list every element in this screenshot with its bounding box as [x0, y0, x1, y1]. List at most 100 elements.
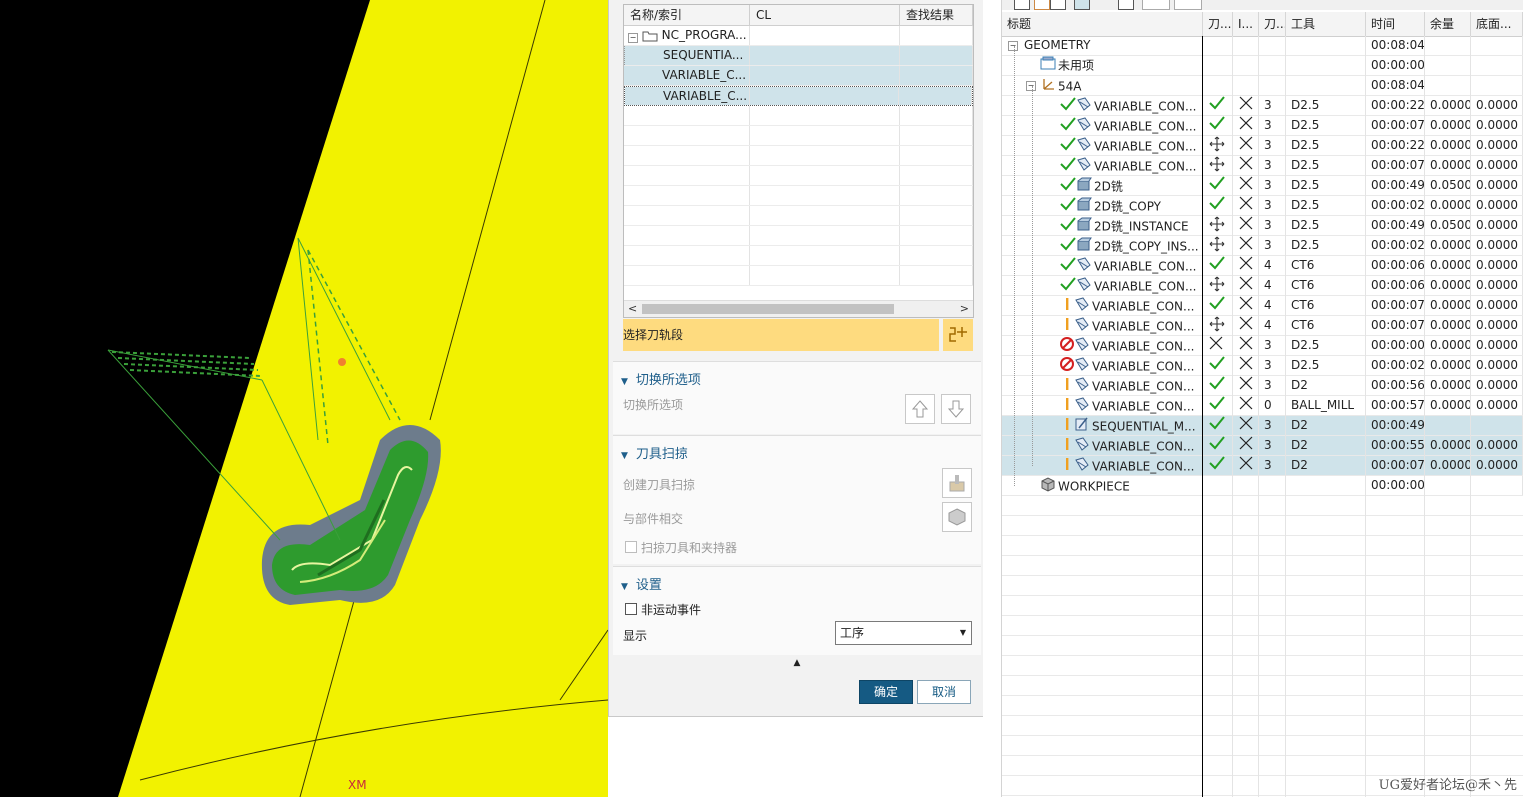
sweep-holder-checkbox[interactable] [625, 541, 637, 553]
navigator-row[interactable]: 54A − 00:08:04 [1002, 76, 1523, 96]
part-model[interactable] [0, 0, 608, 797]
tool-number-cell: 3 [1259, 216, 1286, 235]
operation-navigator[interactable]: 标题 刀... I... 刀... 工具 时间 余量 底面... GEOMETR… [1002, 0, 1523, 797]
navigator-row[interactable]: 2D铣_COPY 3 D2.5 00:00:02 0.0000 0.0000 [1002, 196, 1523, 216]
path-status-cell [1203, 76, 1233, 95]
navigator-row[interactable]: VARIABLE_CON... 3 D2.5 00:00:02 0.0000 0.0000 [1002, 356, 1523, 376]
ok-button[interactable]: 确定 [859, 680, 913, 704]
navigator-row[interactable]: GEOMETRY − 00:08:04 [1002, 36, 1523, 56]
path-status-cell [1203, 276, 1233, 295]
scroll-left-icon[interactable]: < [628, 301, 637, 317]
table-row [624, 146, 973, 166]
column-header-path[interactable]: 刀... [1203, 12, 1233, 36]
column-splitter[interactable] [1202, 36, 1203, 797]
column-header-ipw[interactable]: I... [1233, 12, 1259, 36]
navigator-row[interactable]: VARIABLE_CON... 3 D2.5 00:00:22 0.0000 0.0000 [1002, 136, 1523, 156]
empty-row [1002, 496, 1523, 516]
navigator-row[interactable]: VARIABLE_CON... 0 BALL_MILL 00:00:57 0.0000 0… [1002, 396, 1523, 416]
table-row[interactable]: VARIABLE_C... [624, 86, 973, 106]
navigator-row[interactable]: VARIABLE_CON... 3 D2.5 00:00:22 0.0000 0.0000 [1002, 96, 1523, 116]
collapse-more-icon[interactable]: ▲ [613, 655, 981, 671]
column-header-time[interactable]: 时间 [1366, 12, 1425, 36]
operation-name: GEOMETRY [1024, 38, 1091, 52]
prohibited-icon [1060, 337, 1074, 355]
toolbar-icon[interactable] [1050, 0, 1066, 10]
display-dropdown[interactable]: 工序 ▼ [835, 621, 972, 645]
time-cell: 00:00:07 [1366, 456, 1425, 475]
navigator-row[interactable]: VARIABLE_CON... 3 D2.5 00:00:00 0.0000 0.0000 [1002, 336, 1523, 356]
navigator-row[interactable]: SEQUENTIAL_M... 3 D2 00:00:49 [1002, 416, 1523, 436]
column-header-stock[interactable]: 余量 [1425, 12, 1471, 36]
scrollbar-thumb[interactable] [642, 304, 894, 314]
scroll-right-icon[interactable]: > [960, 301, 969, 317]
switch-section-header[interactable]: ▼ 切换所选项 [621, 369, 701, 388]
navigator-row[interactable]: WORKPIECE 00:00:00 [1002, 476, 1523, 496]
table-row[interactable]: SEQUENTIA... [624, 46, 973, 66]
move-down-button[interactable] [941, 394, 971, 424]
tool-number-cell [1259, 76, 1286, 95]
empty-row [1002, 516, 1523, 536]
navigator-row[interactable]: VARIABLE_CON... 3 D2 00:00:07 0.0000 0.0000 [1002, 456, 1523, 476]
table-row[interactable]: − NC_PROGRA... [624, 26, 973, 46]
horizontal-scrollbar[interactable]: < > [624, 300, 973, 317]
tool-cell: D2 [1286, 456, 1366, 475]
column-header-floor[interactable]: 底面... [1471, 12, 1523, 36]
table-cell: VARIABLE_C... [625, 87, 751, 105]
collapse-icon[interactable]: − [628, 33, 638, 43]
graphics-viewport[interactable]: XM [0, 0, 608, 797]
column-header-title[interactable]: 标题 [1002, 12, 1203, 36]
path-status-cell [1203, 356, 1233, 375]
toolbar-icon[interactable] [1074, 0, 1090, 10]
select-toolpath-button[interactable] [943, 319, 973, 351]
navigator-row[interactable]: VARIABLE_CON... 3 D2.5 00:00:07 0.0000 0.0000 [1002, 116, 1523, 136]
tool-number-cell: 4 [1259, 296, 1286, 315]
path-status-cell [1203, 96, 1233, 115]
navigator-row[interactable]: VARIABLE_CON... 3 D2 00:00:55 0.0000 0.0000 [1002, 436, 1523, 456]
intersect-part-button[interactable] [942, 502, 972, 532]
stock-cell: 0.0000 [1425, 436, 1471, 455]
collapse-icon[interactable]: − [1026, 81, 1036, 91]
select-toolpath-segment[interactable]: 选择刀轨段 [623, 319, 939, 351]
toolbar-icon[interactable] [1142, 0, 1170, 10]
toolbar-icon[interactable] [1014, 0, 1030, 10]
navigator-row[interactable]: VARIABLE_CON... 4 CT6 00:00:07 0.0000 0.0000 [1002, 296, 1523, 316]
ipw-status-cell [1233, 116, 1259, 135]
collapse-icon[interactable]: − [1008, 41, 1018, 51]
tool-number-cell: 3 [1259, 436, 1286, 455]
create-sweep-button[interactable] [942, 468, 972, 498]
warning-icon [1060, 317, 1074, 335]
time-cell: 00:00:49 [1366, 416, 1425, 435]
toolbar-icon[interactable] [1118, 0, 1134, 10]
column-header-name[interactable]: 名称/索引 [624, 5, 750, 25]
navigator-row[interactable]: 2D铣 3 D2.5 00:00:49 0.0500 0.0000 [1002, 176, 1523, 196]
navigator-row[interactable]: VARIABLE_CON... 3 D2 00:00:56 0.0000 0.0000 [1002, 376, 1523, 396]
navigator-row[interactable]: 未用项 00:00:00 [1002, 56, 1523, 76]
operation-name: VARIABLE_CON... [1092, 399, 1195, 414]
navigator-row[interactable]: VARIABLE_CON... 4 CT6 00:00:06 0.0000 0.0000 [1002, 276, 1523, 296]
navigator-row[interactable]: 2D铣_COPY_INS... 3 D2.5 00:00:02 0.0000 0.0000 [1002, 236, 1523, 256]
table-row[interactable]: VARIABLE_C... [624, 66, 973, 86]
navigator-row[interactable]: VARIABLE_CON... 3 D2.5 00:00:07 0.0000 0.0000 [1002, 156, 1523, 176]
stock-cell: 0.0000 [1425, 256, 1471, 275]
nonmotion-events-checkbox[interactable] [625, 603, 637, 615]
navigator-row[interactable]: VARIABLE_CON... 4 CT6 00:00:07 0.0000 0.0000 [1002, 316, 1523, 336]
move-up-button[interactable] [905, 394, 935, 424]
column-header-tool-no[interactable]: 刀... [1259, 12, 1286, 36]
navigator-row[interactable]: 2D铣_INSTANCE 3 D2.5 00:00:49 0.0500 0.0000 [1002, 216, 1523, 236]
select-toolpath-label: 选择刀轨段 [623, 328, 684, 342]
floor-stock-cell: 0.0000 [1471, 436, 1523, 455]
navigator-row[interactable]: VARIABLE_CON... 4 CT6 00:00:06 0.0000 0.0000 [1002, 256, 1523, 276]
stock-cell: 0.0500 [1425, 216, 1471, 235]
program-table[interactable]: 名称/索引 CL 查找结果 − NC_PROGRA... SEQUENTIA..… [623, 4, 974, 318]
column-header-find-results[interactable]: 查找结果 [900, 5, 973, 25]
cancel-button[interactable]: 取消 [917, 680, 971, 704]
path-status-cell [1203, 376, 1233, 395]
toolbar-icon[interactable] [1174, 0, 1202, 10]
settings-section-header[interactable]: ▼ 设置 [621, 574, 662, 593]
toolbar-icon[interactable] [1034, 0, 1050, 10]
sweep-section-header[interactable]: ▼ 刀具扫掠 [621, 443, 688, 462]
column-header-cl[interactable]: CL [750, 5, 900, 25]
column-header-tool[interactable]: 工具 [1286, 12, 1366, 36]
time-cell: 00:08:04 [1366, 76, 1425, 95]
panel-gap [983, 0, 1002, 797]
